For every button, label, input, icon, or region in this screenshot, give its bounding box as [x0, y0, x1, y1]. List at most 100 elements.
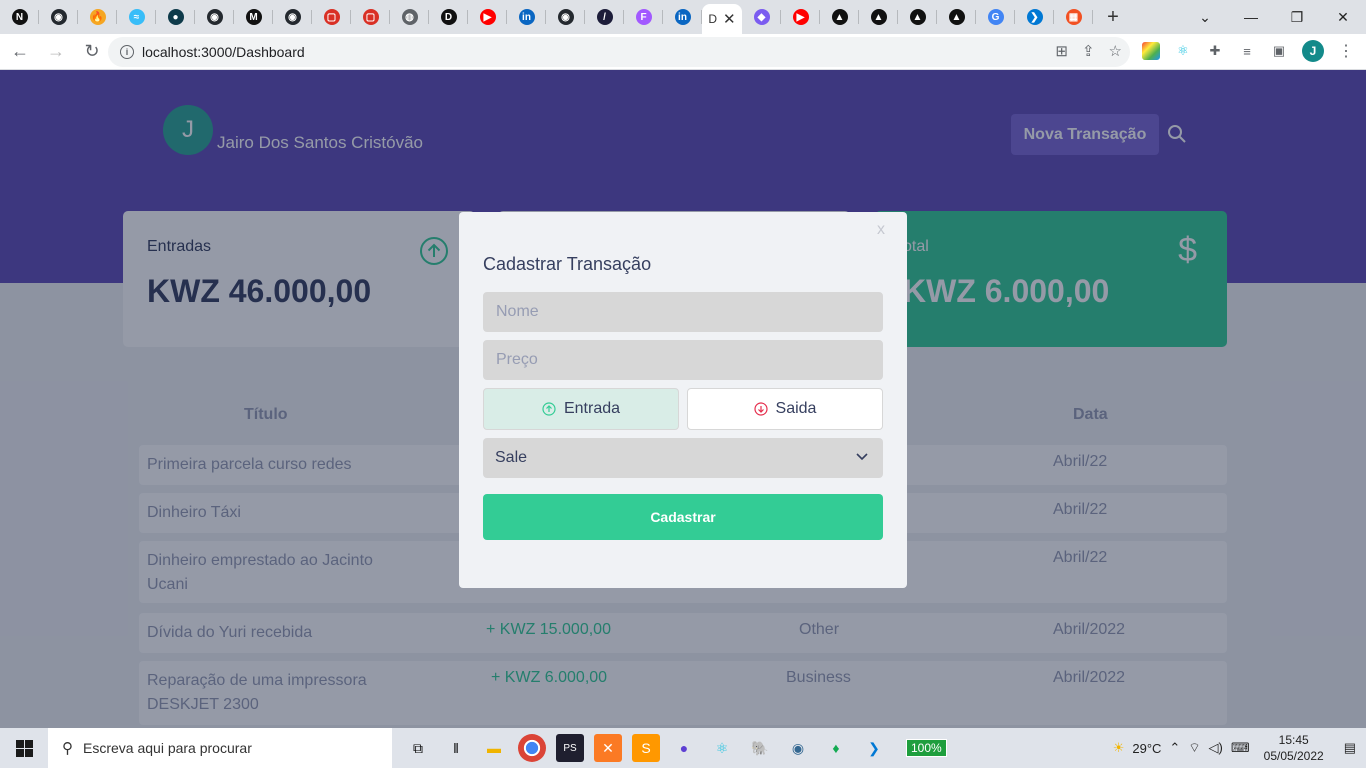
browser-tab[interactable]: 🔥: [78, 0, 117, 34]
browser-tab[interactable]: in: [507, 0, 546, 34]
reload-button[interactable]: ↻: [76, 36, 108, 68]
extensions-area: ⚛ ✚ ≡ ▣ J ⋮: [1142, 40, 1354, 62]
browser-tab[interactable]: M: [234, 0, 273, 34]
puzzle-extensions-icon[interactable]: ✚: [1206, 42, 1224, 60]
chrome-icon[interactable]: [518, 734, 546, 762]
outcome-type-button[interactable]: Saida: [687, 388, 883, 430]
sublime-icon[interactable]: S: [632, 734, 660, 762]
side-panel-icon[interactable]: ▣: [1270, 42, 1288, 60]
triangle-app-icon: ▲: [831, 9, 848, 25]
site-info-icon[interactable]: i: [120, 45, 134, 59]
triangle-app-icon: ▲: [909, 9, 926, 25]
postgres-icon[interactable]: ◉: [784, 734, 812, 762]
browser-tab[interactable]: ▢: [351, 0, 390, 34]
browser-tab[interactable]: ▶: [781, 0, 820, 34]
name-input[interactable]: [483, 292, 883, 332]
bookmark-star-icon[interactable]: ☆: [1109, 42, 1122, 60]
tab-search-icon[interactable]: ⌄: [1182, 0, 1228, 34]
github-icon: ◉: [50, 9, 67, 25]
browser-tab[interactable]: ◆: [742, 0, 781, 34]
temperature[interactable]: 29°C: [1132, 741, 1161, 756]
youtube-icon: ▶: [479, 9, 496, 25]
weather-icon[interactable]: ☀: [1113, 740, 1125, 756]
volume-icon[interactable]: ◁): [1209, 740, 1223, 756]
triangle-app-icon: ▲: [948, 9, 965, 25]
browser-tab[interactable]: ▲: [898, 0, 937, 34]
income-type-button[interactable]: Entrada: [483, 388, 679, 430]
minimize-button[interactable]: —: [1228, 0, 1274, 34]
react-devtools-icon[interactable]: ⚛: [1174, 42, 1192, 60]
menu-kebab-icon[interactable]: ⋮: [1338, 41, 1354, 61]
browser-tab[interactable]: F: [624, 0, 663, 34]
close-tab-icon[interactable]: ✕: [723, 10, 736, 28]
react-app-icon[interactable]: ⚛: [708, 734, 736, 762]
elephant-app-icon[interactable]: 🐘: [746, 734, 774, 762]
reading-list-icon[interactable]: ≡: [1238, 42, 1256, 60]
keyboard-icon[interactable]: ⌨: [1231, 740, 1250, 756]
profile-avatar[interactable]: J: [1302, 40, 1324, 62]
browser-tab[interactable]: N: [0, 0, 39, 34]
submit-button[interactable]: Cadastrar: [483, 494, 883, 540]
new-tab-button[interactable]: +: [1093, 6, 1133, 29]
file-explorer-icon[interactable]: ▬: [480, 734, 508, 762]
chevron-up-icon[interactable]: ⌃: [1169, 740, 1180, 756]
clock-time: 15:45: [1278, 733, 1309, 747]
browser-tab[interactable]: D: [429, 0, 468, 34]
browser-tab[interactable]: ≈: [117, 0, 156, 34]
modal-title: Cadastrar Transação: [483, 254, 652, 274]
color-extension-icon[interactable]: [1142, 42, 1160, 60]
network-icon[interactable]: ⌔: [1188, 740, 1200, 756]
browser-tab[interactable]: ▲: [820, 0, 859, 34]
browser-tab[interactable]: ▢: [312, 0, 351, 34]
medium-icon: M: [245, 9, 262, 25]
browser-tab[interactable]: ▦: [1054, 0, 1093, 34]
taskbar-apps: ⧉ ‖ ▬ PS ✕ S ● ⚛ 🐘 ◉ ♦ ❯ 100%: [404, 734, 947, 762]
outcome-type-label: Saida: [775, 400, 817, 417]
browser-tab[interactable]: ●: [156, 0, 195, 34]
share-icon[interactable]: ⇪: [1082, 42, 1095, 60]
new-transaction-modal: x Cadastrar Transação Entrada Saida Sale…: [459, 212, 907, 588]
omnibox[interactable]: i localhost:3000/Dashboard ⊞ ⇪ ☆: [108, 37, 1130, 67]
restore-button[interactable]: ❐: [1274, 0, 1320, 34]
browser-tab-strip: N ◉ 🔥 ≈ ● ◉ M ◉ ▢ ▢ ◍ D ▶ in ◉ / Fin D ✕ ◆ ▶ ▲ ▲ ▲ ▲ G ❯ ▦ + ⌄ — …: [0, 0, 1366, 34]
browser-tab[interactable]: /: [585, 0, 624, 34]
translate-icon[interactable]: ⊞: [1055, 42, 1068, 60]
start-button[interactable]: [0, 728, 48, 768]
taskbar-search-box[interactable]: ⚲ Escreva aqui para procurar: [48, 728, 392, 768]
category-select[interactable]: Sale: [483, 438, 883, 478]
firebase-icon: 🔥: [89, 9, 106, 25]
xampp-icon[interactable]: ✕: [594, 734, 622, 762]
mongodb-icon[interactable]: ♦: [822, 734, 850, 762]
dashboard-page: J Jairo Dos Santos Cristóvão Nova Transa…: [0, 70, 1366, 728]
browser-tab[interactable]: ◉: [273, 0, 312, 34]
circle-app-icon[interactable]: ●: [670, 734, 698, 762]
clock[interactable]: 15:45 05/05/2022: [1264, 732, 1324, 764]
browser-tab[interactable]: ▶: [468, 0, 507, 34]
browser-tab[interactable]: ◍: [390, 0, 429, 34]
notifications-icon[interactable]: ▤: [1344, 740, 1356, 756]
forward-button[interactable]: →: [40, 36, 72, 68]
phpstorm-icon[interactable]: PS: [556, 734, 584, 762]
modal-close-button[interactable]: x: [877, 221, 885, 239]
browser-tab[interactable]: ◉: [39, 0, 78, 34]
price-input[interactable]: [483, 340, 883, 380]
browser-tab[interactable]: ▲: [937, 0, 976, 34]
url-text[interactable]: localhost:3000/Dashboard: [142, 44, 305, 60]
browser-tab[interactable]: ▲: [859, 0, 898, 34]
close-window-button[interactable]: ✕: [1320, 0, 1366, 34]
browser-tab[interactable]: ❯: [1015, 0, 1054, 34]
browser-tab[interactable]: in: [663, 0, 702, 34]
github-icon: ◉: [557, 9, 574, 25]
vscode-icon[interactable]: ❯: [860, 734, 888, 762]
browser-tab[interactable]: G: [976, 0, 1015, 34]
arrow-down-circle-icon: [753, 402, 768, 416]
tab-dashboard-active[interactable]: D ✕: [702, 4, 742, 34]
divider-icon: ‖: [453, 740, 459, 756]
battery-indicator[interactable]: 100%: [906, 739, 947, 757]
linkedin-icon: in: [674, 9, 691, 25]
task-view-icon[interactable]: ⧉: [404, 734, 432, 762]
browser-tab[interactable]: ◉: [195, 0, 234, 34]
back-button[interactable]: ←: [4, 36, 36, 68]
windows-logo-icon: [15, 739, 33, 757]
browser-tab[interactable]: ◉: [546, 0, 585, 34]
